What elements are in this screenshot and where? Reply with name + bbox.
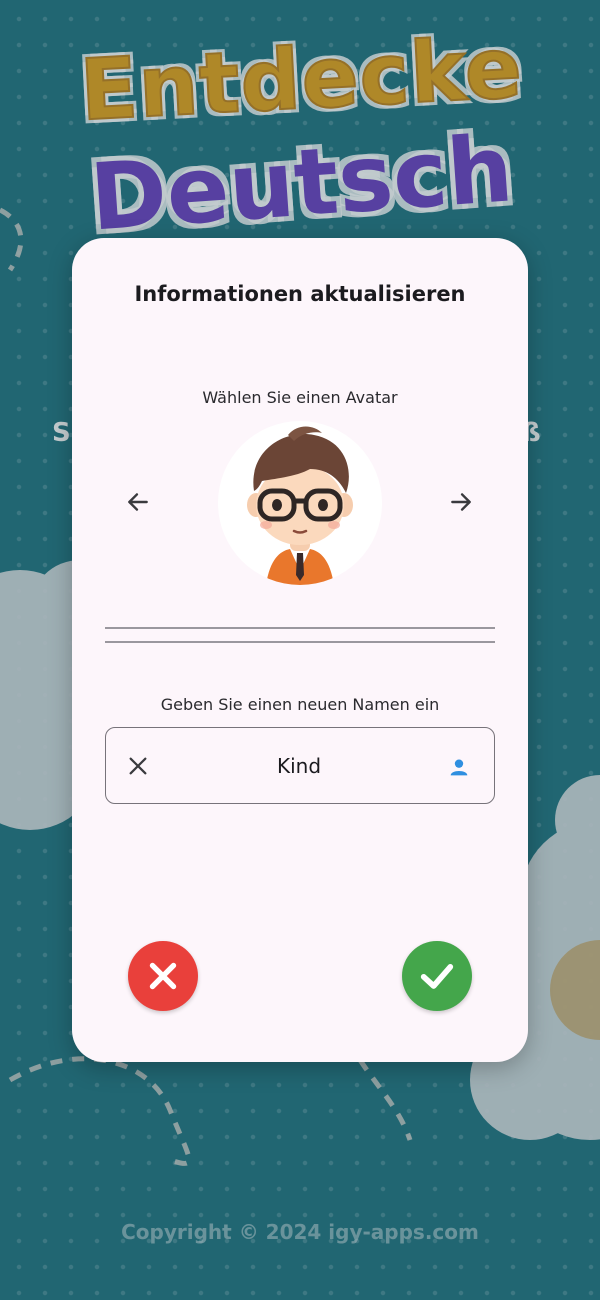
update-info-dialog: Informationen aktualisieren Wählen Sie e… — [72, 238, 528, 1062]
checkmark-icon — [420, 964, 454, 989]
close-icon — [149, 962, 177, 990]
close-icon — [129, 757, 147, 775]
divider-bottom — [105, 641, 495, 643]
dialog-title: Informationen aktualisieren — [134, 282, 466, 306]
person-icon — [446, 754, 472, 780]
name-field — [105, 727, 495, 804]
arrow-right-icon — [451, 493, 471, 511]
avatar-label: Wählen Sie einen Avatar — [202, 388, 398, 407]
cancel-button[interactable] — [128, 941, 198, 1011]
avatar — [218, 421, 382, 585]
previous-avatar-button[interactable] — [116, 480, 160, 524]
confirm-button[interactable] — [402, 941, 472, 1011]
name-input[interactable] — [166, 744, 432, 788]
next-avatar-button[interactable] — [439, 480, 483, 524]
name-label: Geben Sie einen neuen Namen ein — [160, 695, 440, 714]
boy-with-glasses-avatar — [247, 426, 353, 585]
divider-top — [105, 627, 495, 629]
clear-name-button[interactable] — [120, 748, 156, 784]
arrow-left-icon — [128, 493, 148, 511]
